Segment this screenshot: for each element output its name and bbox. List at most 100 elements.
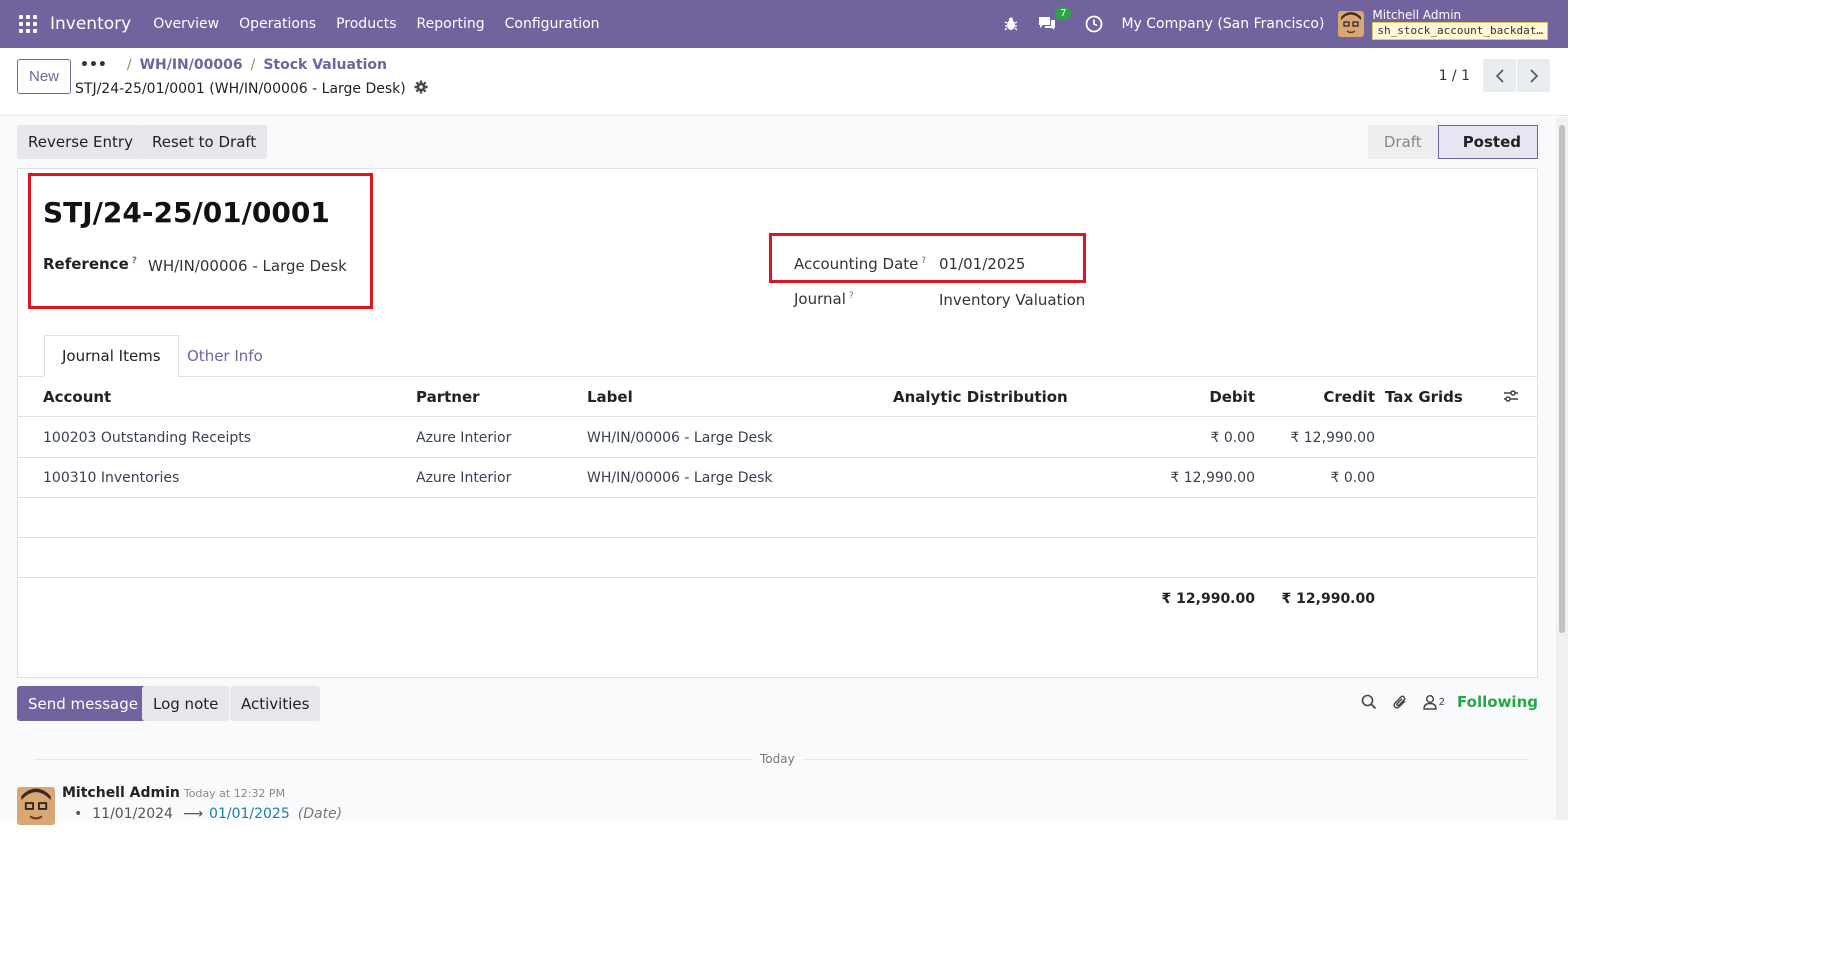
column-credit[interactable]: Credit: [1278, 377, 1375, 417]
total-debit: ₹ 12,990.00: [1161, 591, 1255, 607]
table-row[interactable]: 100203 Outstanding Receipts Azure Interi…: [18, 418, 1537, 458]
gear-icon[interactable]: [414, 80, 428, 98]
menu-operations[interactable]: Operations: [229, 16, 326, 32]
table-header: Account Partner Label Analytic Distribut…: [18, 377, 1537, 417]
column-label[interactable]: Label: [587, 377, 633, 417]
chevron-left-icon: [1495, 68, 1504, 83]
pager-value[interactable]: 1 / 1: [1439, 68, 1470, 84]
stage-posted[interactable]: Posted: [1437, 125, 1538, 159]
tracking-value: • 11/01/2024 ⟶ 01/01/2025 (Date): [74, 806, 342, 822]
journal-label-text: Journal: [794, 290, 846, 308]
row-account: 100310 Inventories: [43, 470, 180, 486]
tracked-field-name: (Date): [297, 806, 343, 822]
activity-clock-icon[interactable]: [1085, 15, 1103, 33]
send-message-button[interactable]: Send message: [17, 686, 149, 721]
company-switcher[interactable]: My Company (San Francisco): [1121, 16, 1324, 32]
vertical-scrollbar[interactable]: [1556, 117, 1568, 820]
row-credit: ₹ 0.00: [1330, 470, 1375, 486]
breadcrumb-receipt[interactable]: WH/IN/00006: [140, 57, 243, 73]
journal-label: Journal?: [794, 290, 854, 308]
record-title: STJ/24-25/01/0001 (WH/IN/00006 - Large D…: [75, 80, 428, 98]
messages-badge: 7: [1055, 7, 1072, 20]
chatter-tools: 2 Following: [1346, 693, 1538, 711]
message-author-avatar[interactable]: [17, 787, 55, 825]
user-name: Mitchell Admin: [1372, 7, 1462, 22]
app-name[interactable]: Inventory: [50, 14, 131, 34]
breadcrumb-separator: /: [126, 57, 132, 73]
accounting-date-field[interactable]: 01/01/2025: [939, 255, 1025, 273]
messages-icon[interactable]: 7: [1037, 7, 1072, 33]
attachment-paperclip-icon[interactable]: [1392, 694, 1408, 710]
move-name[interactable]: STJ/24-25/01/0001: [43, 196, 330, 229]
message-author-name[interactable]: Mitchell Admin: [62, 785, 180, 801]
tab-journal-items[interactable]: Journal Items: [44, 335, 179, 377]
highlight-box-name-reference: [28, 173, 373, 309]
menu-configuration[interactable]: Configuration: [495, 16, 610, 32]
row-label: WH/IN/00006 - Large Desk: [587, 430, 773, 446]
followers-user-icon[interactable]: 2: [1422, 694, 1446, 710]
followers-count: 2: [1438, 696, 1446, 708]
help-icon[interactable]: ?: [921, 256, 926, 266]
reset-to-draft-button[interactable]: Reset to Draft: [141, 125, 268, 159]
user-menu[interactable]: Mitchell Admin sh_stock_account_backdat…: [1372, 7, 1548, 40]
row-label: WH/IN/00006 - Large Desk: [587, 470, 773, 486]
user-avatar[interactable]: [1338, 11, 1365, 37]
following-button[interactable]: Following: [1457, 693, 1538, 711]
date-separator-label: Today: [752, 752, 803, 766]
accounting-date-label: Accounting Date?: [794, 255, 926, 273]
arrow-right-icon: ⟶: [182, 806, 204, 822]
message-author: Mitchell Admin Today at 12:32 PM: [62, 785, 285, 801]
form-content: Reverse Entry Reset to Draft Draft Poste…: [0, 117, 1556, 825]
totals-row: ₹ 12,990.00 ₹ 12,990.00: [18, 579, 1537, 619]
row-debit: ₹ 12,990.00: [1170, 470, 1255, 486]
statusbar: Draft Posted: [1367, 125, 1538, 159]
table-row[interactable]: 100310 Inventories Azure Interior WH/IN/…: [18, 458, 1537, 498]
empty-row: [18, 538, 1537, 578]
row-partner: Azure Interior: [416, 430, 512, 446]
record-title-text: STJ/24-25/01/0001 (WH/IN/00006 - Large D…: [75, 81, 406, 97]
notebook-tabs: Journal Items Other Info: [18, 335, 1537, 377]
column-analytic-distribution[interactable]: Analytic Distribution: [893, 377, 1068, 417]
tab-other-info[interactable]: Other Info: [170, 335, 280, 377]
new-value: 01/01/2025: [209, 806, 290, 822]
control-panel: New ••• / WH/IN/00006 / Stock Valuation …: [0, 48, 1568, 116]
pager-next-button[interactable]: [1517, 59, 1550, 92]
row-partner: Azure Interior: [416, 470, 512, 486]
scrollbar-thumb[interactable]: [1559, 125, 1565, 633]
accounting-date-label-text: Accounting Date: [794, 255, 919, 273]
journal-field[interactable]: Inventory Valuation: [939, 291, 1085, 309]
menu-reporting[interactable]: Reporting: [407, 16, 495, 32]
old-value: 11/01/2024: [92, 806, 173, 822]
column-partner[interactable]: Partner: [416, 377, 480, 417]
row-credit: ₹ 12,990.00: [1290, 430, 1375, 446]
app-menu-icon[interactable]: [19, 15, 37, 33]
pager-previous-button[interactable]: [1483, 59, 1516, 92]
reference-field[interactable]: WH/IN/00006 - Large Desk: [148, 257, 347, 275]
column-debit[interactable]: Debit: [1158, 377, 1255, 417]
chevron-right-icon: [1529, 68, 1538, 83]
breadcrumb-stock-valuation[interactable]: Stock Valuation: [263, 57, 387, 73]
optional-columns-icon[interactable]: [1503, 389, 1519, 407]
search-icon[interactable]: [1361, 694, 1377, 710]
pager: 1 / 1: [1439, 59, 1550, 92]
reverse-entry-button[interactable]: Reverse Entry: [17, 125, 144, 159]
column-account[interactable]: Account: [43, 377, 111, 417]
row-account: 100203 Outstanding Receipts: [43, 430, 252, 446]
help-icon[interactable]: ?: [132, 256, 137, 266]
log-note-button[interactable]: Log note: [142, 686, 230, 721]
breadcrumb-more[interactable]: •••: [80, 57, 107, 73]
total-credit: ₹ 12,990.00: [1281, 591, 1375, 607]
row-debit: ₹ 0.00: [1210, 430, 1255, 446]
column-tax-grids[interactable]: Tax Grids: [1385, 377, 1463, 417]
menu-overview[interactable]: Overview: [143, 16, 229, 32]
stage-draft[interactable]: Draft: [1367, 125, 1438, 159]
help-icon[interactable]: ?: [849, 291, 854, 301]
breadcrumb-separator: /: [250, 57, 256, 73]
bullet: •: [74, 806, 83, 822]
activities-button[interactable]: Activities: [230, 686, 321, 721]
reference-label: Reference?: [43, 255, 137, 273]
reference-label-text: Reference: [43, 255, 129, 273]
menu-products[interactable]: Products: [326, 16, 406, 32]
debug-bug-icon[interactable]: [1003, 16, 1019, 32]
new-button[interactable]: New: [17, 59, 71, 94]
